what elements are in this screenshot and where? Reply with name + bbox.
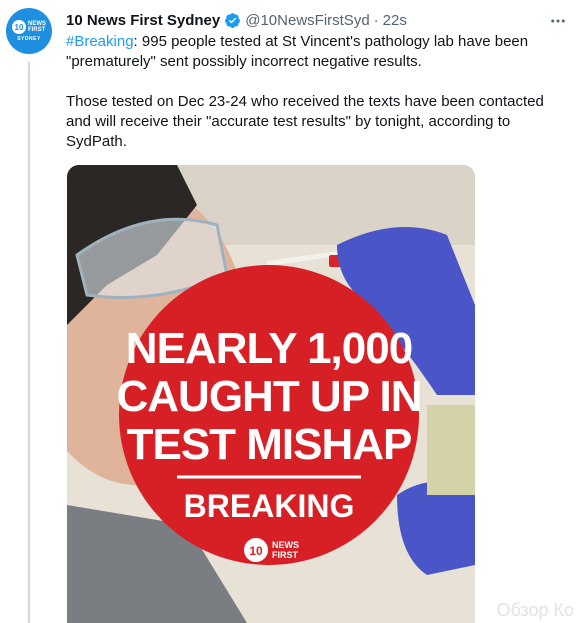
avatar-city: SYDNEY — [17, 36, 41, 42]
avatar-logo: 10 NEWS FIRST — [12, 20, 46, 34]
avatar-logo-number: 10 — [12, 20, 26, 34]
watermark: Обзор Ко — [496, 600, 574, 620]
headline-line3: TEST MISHAP — [127, 420, 412, 469]
timestamp[interactable]: 22s — [383, 12, 407, 29]
tweet-image[interactable]: NEARLY 1,000 CAUGHT UP IN TEST MISHAP BR… — [67, 165, 475, 623]
author-name[interactable]: 10 News First Sydney — [66, 12, 220, 29]
thread-line — [28, 62, 30, 623]
author-handle[interactable]: @10NewsFirstSyd — [245, 12, 369, 29]
headline-line1: NEARLY 1,000 — [126, 324, 412, 373]
tweet[interactable]: 10 NEWS FIRST SYDNEY 10 News First Sydne… — [0, 0, 578, 623]
hashtag-link[interactable]: #Breaking — [66, 33, 134, 50]
news-logo-number: 10 — [249, 544, 263, 558]
breaking-label: BREAKING — [184, 488, 355, 524]
avatar[interactable]: 10 NEWS FIRST SYDNEY — [6, 8, 52, 54]
headline-line2: CAUGHT UP IN — [117, 372, 422, 421]
tweet-text: #Breaking: 995 people tested at St Vince… — [66, 32, 556, 152]
news-logo-line2: FIRST — [272, 550, 299, 560]
separator: · — [373, 11, 379, 29]
tweet-header: 10 News First Sydney @10NewsFirstSyd · 2… — [66, 10, 554, 30]
more-horizontal-icon[interactable] — [548, 12, 568, 28]
news-logo-line1: NEWS — [272, 540, 299, 550]
verified-badge-icon — [224, 12, 241, 29]
avatar-logo-line2: FIRST — [28, 27, 46, 33]
news-graphic: NEARLY 1,000 CAUGHT UP IN TEST MISHAP BR… — [67, 165, 475, 623]
gown-sleeve — [427, 405, 475, 495]
tweet-body: : 995 people tested at St Vincent's path… — [66, 33, 544, 150]
